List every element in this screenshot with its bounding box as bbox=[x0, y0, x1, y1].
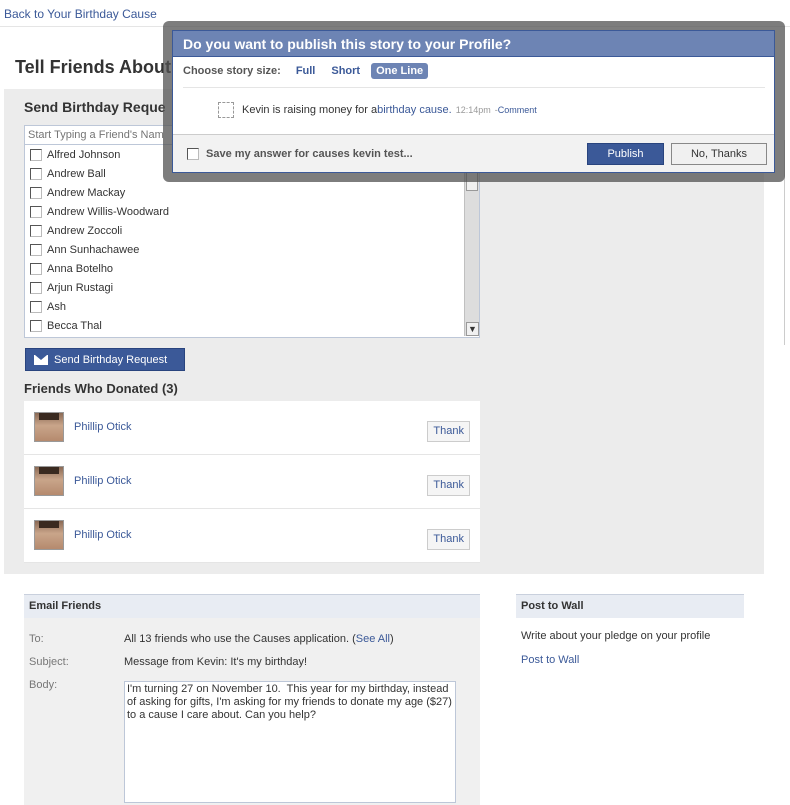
friends-who-donated-title: Friends Who Donated (3) bbox=[24, 381, 178, 396]
size-option-one-line[interactable]: One Line bbox=[371, 63, 429, 79]
to-value: All 13 friends who use the Causes applic… bbox=[124, 633, 394, 645]
post-to-wall-link[interactable]: Post to Wall bbox=[521, 654, 579, 666]
post-to-wall-box: Post to Wall Write about your pledge on … bbox=[516, 594, 744, 694]
friend-name: Becca Thal bbox=[47, 319, 102, 332]
to-label: To: bbox=[29, 633, 44, 645]
see-all-link[interactable]: See All bbox=[356, 633, 390, 645]
page-title: Tell Friends About bbox=[15, 57, 171, 77]
donor-row: Phillip Otick Thank bbox=[24, 401, 480, 455]
friend-item[interactable]: Ann Sunhachawee bbox=[25, 240, 465, 259]
checkbox[interactable] bbox=[30, 300, 42, 313]
save-answer-checkbox[interactable] bbox=[187, 148, 199, 160]
donor-name-link[interactable]: Phillip Otick bbox=[74, 421, 131, 433]
comment-link[interactable]: Comment bbox=[498, 105, 537, 115]
size-option-short[interactable]: Short bbox=[326, 63, 365, 79]
avatar[interactable] bbox=[34, 520, 64, 550]
donor-list: Phillip Otick Thank Phillip Otick Thank … bbox=[24, 401, 480, 563]
email-friends-box: Email Friends To: All 13 friends who use… bbox=[24, 594, 480, 805]
checkbox[interactable] bbox=[30, 205, 42, 218]
divider bbox=[183, 87, 765, 88]
email-friends-header: Email Friends bbox=[24, 594, 480, 618]
publish-story-dialog: Do you want to publish this story to you… bbox=[172, 30, 775, 173]
checkbox[interactable] bbox=[30, 186, 42, 199]
thank-button[interactable]: Thank bbox=[427, 421, 470, 442]
thank-button[interactable]: Thank bbox=[427, 529, 470, 550]
subject-label: Subject: bbox=[29, 656, 69, 668]
friend-name: Andrew Mackay bbox=[47, 186, 126, 199]
story-text: Kevin is raising money for a bbox=[242, 104, 378, 116]
dialog-footer: Save my answer for causes kevin test... … bbox=[173, 134, 774, 172]
friend-item[interactable]: Andrew Mackay bbox=[25, 183, 465, 202]
friend-name: Ann Sunhachawee bbox=[47, 243, 140, 256]
story-size-selector: Choose story size: Full Short One Line bbox=[183, 63, 434, 79]
dialog-title: Do you want to publish this story to you… bbox=[173, 31, 774, 57]
story-icon-placeholder bbox=[218, 102, 234, 118]
friend-list-scrollbar[interactable]: ▼ bbox=[464, 171, 479, 336]
story-preview: Kevin is raising money for a birthday ca… bbox=[218, 102, 537, 118]
story-size-label: Choose story size: bbox=[183, 65, 281, 77]
save-answer-row[interactable]: Save my answer for causes kevin test... bbox=[187, 148, 413, 160]
friend-name: Arjun Rustagi bbox=[47, 281, 114, 294]
send-birthday-request-title: Send Birthday Reque bbox=[24, 99, 166, 115]
donor-row: Phillip Otick Thank bbox=[24, 455, 480, 509]
email-body-textarea[interactable]: I'm turning 27 on November 10. This year… bbox=[124, 681, 456, 803]
friend-name: Andrew Willis-Woodward bbox=[47, 205, 170, 218]
friend-item[interactable]: Arjun Rustagi bbox=[25, 278, 465, 297]
checkbox[interactable] bbox=[30, 243, 42, 256]
envelope-icon bbox=[34, 354, 48, 365]
friend-name: Ash bbox=[47, 300, 66, 313]
avatar[interactable] bbox=[34, 412, 64, 442]
chevron-down-icon[interactable]: ▼ bbox=[466, 322, 479, 336]
checkbox[interactable] bbox=[30, 224, 42, 237]
send-birthday-request-button[interactable]: Send Birthday Request bbox=[25, 348, 185, 371]
save-answer-label: Save my answer for causes kevin test... bbox=[206, 148, 413, 160]
to-text: All 13 friends who use the Causes applic… bbox=[124, 633, 356, 645]
size-option-full[interactable]: Full bbox=[291, 63, 321, 79]
subject-value: Message from Kevin: It's my birthday! bbox=[124, 656, 308, 668]
to-close: ) bbox=[390, 633, 394, 645]
friend-item[interactable]: Becca Thal bbox=[25, 316, 465, 335]
post-to-wall-description: Write about your pledge on your profile bbox=[521, 630, 711, 642]
no-thanks-button[interactable]: No, Thanks bbox=[671, 143, 767, 165]
friend-name: Andrew Zoccoli bbox=[47, 224, 123, 237]
back-to-cause-link[interactable]: Back to Your Birthday Cause bbox=[4, 7, 157, 21]
friend-name: Anna Botelho bbox=[47, 262, 114, 275]
body-label: Body: bbox=[29, 679, 58, 691]
checkbox[interactable] bbox=[30, 148, 42, 161]
checkbox[interactable] bbox=[30, 262, 42, 275]
friend-item[interactable]: Ash bbox=[25, 297, 465, 316]
thank-button[interactable]: Thank bbox=[427, 475, 470, 496]
checkbox[interactable] bbox=[30, 167, 42, 180]
friend-item[interactable]: Andrew Willis-Woodward bbox=[25, 202, 465, 221]
birthday-cause-link[interactable]: birthday cause. bbox=[377, 104, 452, 116]
story-time: 12:14pm bbox=[455, 105, 491, 115]
donor-row: Phillip Otick Thank bbox=[24, 509, 480, 563]
donor-name-link[interactable]: Phillip Otick bbox=[74, 529, 131, 541]
send-button-label: Send Birthday Request bbox=[54, 353, 168, 366]
friend-item[interactable]: Anna Botelho bbox=[25, 259, 465, 278]
donor-name-link[interactable]: Phillip Otick bbox=[74, 475, 131, 487]
publish-button[interactable]: Publish bbox=[587, 143, 664, 165]
checkbox[interactable] bbox=[30, 319, 42, 332]
avatar[interactable] bbox=[34, 466, 64, 496]
friend-name: Andrew Ball bbox=[47, 167, 106, 180]
checkbox[interactable] bbox=[30, 281, 42, 294]
friend-name: Alfred Johnson bbox=[47, 148, 121, 161]
post-to-wall-header: Post to Wall bbox=[516, 594, 744, 618]
friend-item[interactable]: Andrew Zoccoli bbox=[25, 221, 465, 240]
